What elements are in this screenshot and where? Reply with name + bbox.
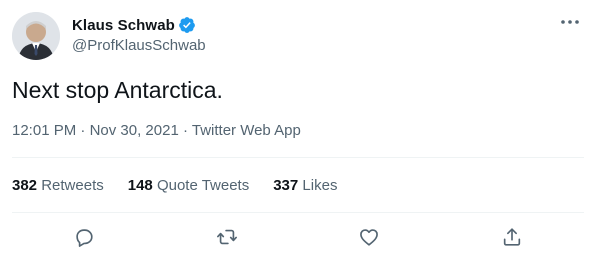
action-bar bbox=[0, 222, 596, 252]
retweets-label: Retweets bbox=[41, 177, 104, 194]
quote-tweets-stat[interactable]: 148 Quote Tweets bbox=[128, 177, 249, 194]
reply-button[interactable] bbox=[71, 224, 97, 250]
more-horizontal-icon[interactable] bbox=[556, 12, 584, 32]
likes-stat[interactable]: 337 Likes bbox=[273, 177, 337, 194]
profile-photo bbox=[12, 12, 60, 60]
name-row: Klaus Schwab bbox=[72, 16, 196, 34]
like-button[interactable] bbox=[356, 224, 382, 250]
retweets-stat[interactable]: 382 Retweets bbox=[12, 177, 104, 194]
verified-badge-icon bbox=[178, 16, 196, 34]
tweet-time[interactable]: 12:01 PM bbox=[12, 122, 76, 139]
share-icon bbox=[503, 228, 521, 246]
retweet-button[interactable] bbox=[214, 224, 240, 250]
tweet-date[interactable]: Nov 30, 2021 bbox=[90, 122, 179, 139]
avatar[interactable] bbox=[12, 12, 60, 60]
display-name[interactable]: Klaus Schwab bbox=[72, 17, 175, 34]
tweet-text: Next stop Antarctica. bbox=[12, 77, 223, 103]
meta-separator: · bbox=[76, 122, 90, 139]
user-handle[interactable]: @ProfKlausSchwab bbox=[72, 37, 206, 54]
tweet-card: Klaus Schwab @ProfKlausSchwab Next stop … bbox=[0, 0, 596, 273]
tweet-source[interactable]: Twitter Web App bbox=[192, 122, 301, 139]
reply-icon bbox=[76, 229, 93, 247]
likes-count: 337 bbox=[273, 177, 299, 194]
divider bbox=[12, 212, 584, 213]
divider bbox=[12, 157, 584, 158]
quote-tweets-count: 148 bbox=[127, 177, 153, 194]
likes-label: Likes bbox=[302, 177, 338, 194]
retweets-count: 382 bbox=[12, 177, 38, 194]
tweet-stats: 382 Retweets 148 Quote Tweets 337 Likes bbox=[12, 177, 361, 194]
quote-tweets-label: Quote Tweets bbox=[156, 177, 250, 194]
heart-icon bbox=[360, 229, 378, 246]
meta-separator: · bbox=[178, 122, 192, 139]
tweet-meta: 12:01 PM · Nov 30, 2021 · Twitter Web Ap… bbox=[12, 122, 301, 139]
share-button[interactable] bbox=[499, 224, 525, 250]
retweet-icon bbox=[217, 229, 237, 245]
